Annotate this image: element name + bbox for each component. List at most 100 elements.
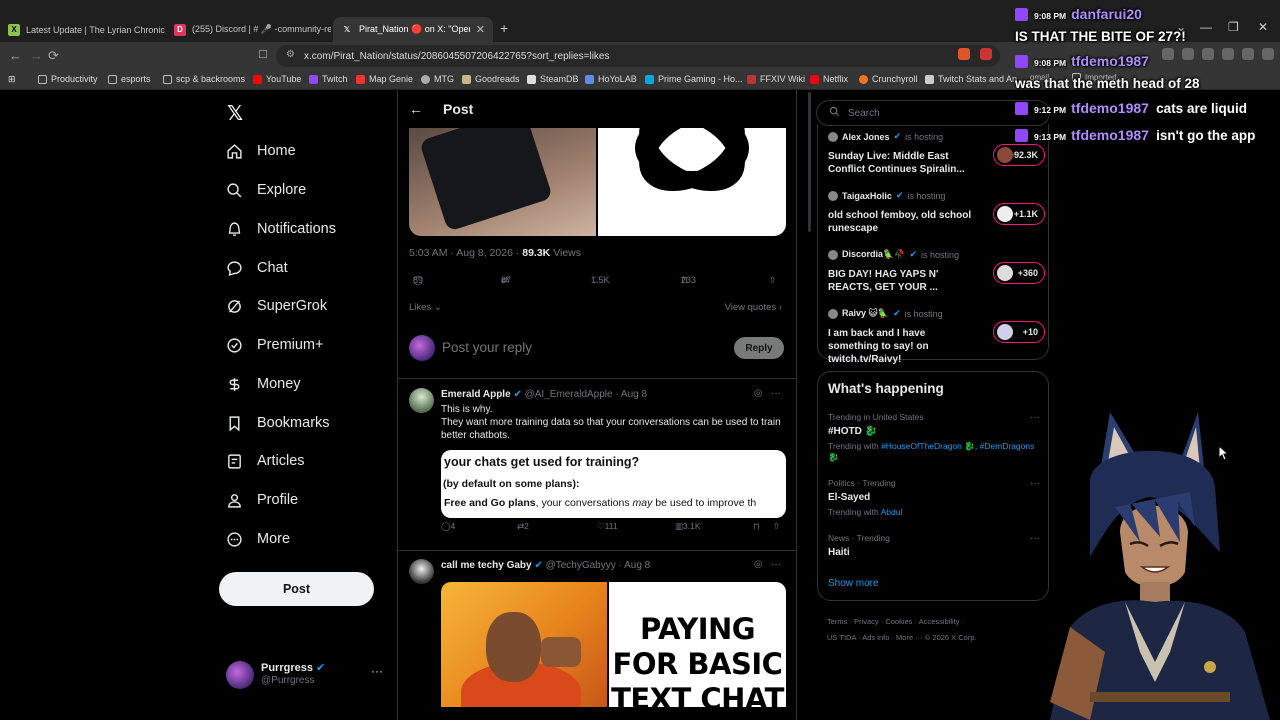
nav-explore[interactable]: Explore xyxy=(226,177,306,203)
account-switcher[interactable]: Purrgress ✔ @Purrgress ··· xyxy=(226,660,386,690)
bookmark-esports[interactable]: esports xyxy=(108,74,151,84)
bookmark-crunchyroll[interactable]: Crunchyroll xyxy=(859,74,918,84)
mouse-cursor-icon xyxy=(1218,445,1228,461)
forward-arrow-icon[interactable]: → xyxy=(30,48,43,63)
share-icon[interactable]: ⇧ xyxy=(773,521,780,532)
live-item[interactable]: TaigaxHolic ✔ is hosting old school femb… xyxy=(828,190,1045,240)
nav-profile[interactable]: Profile xyxy=(226,487,298,513)
tweet-text: This is why. They want more training dat… xyxy=(441,404,781,441)
bookmark-icon[interactable]: ⊓ xyxy=(753,521,760,532)
live-item[interactable]: Raivy 😺🦜 ✔ is hosting I am back and I ha… xyxy=(828,308,1045,365)
openai-logo-image[interactable] xyxy=(598,128,786,236)
live-item[interactable]: Alex Jones ✔ is hosting Sunday Live: Mid… xyxy=(828,131,1045,181)
x-logo-icon[interactable]: 𝕏 xyxy=(227,101,243,126)
nav-notifications[interactable]: Notifications xyxy=(226,216,336,242)
bookmark-productivity[interactable]: Productivity xyxy=(38,74,98,84)
new-tab-button[interactable]: + xyxy=(500,20,508,36)
maximize-icon[interactable]: ❐ xyxy=(1228,20,1239,34)
bookmark-hoyolab[interactable]: HoYoLAB xyxy=(585,74,637,84)
live-listeners-pill[interactable]: +92.3K xyxy=(993,144,1045,166)
view-quotes-link[interactable]: View quotes › xyxy=(725,302,782,313)
bookmark-twitch-stats[interactable]: Twitch Stats and An... xyxy=(925,74,1025,84)
more-options-icon[interactable]: ··· xyxy=(771,559,781,570)
downloads-icon[interactable] xyxy=(1222,48,1234,60)
bookmark-star-icon[interactable]: ☐ xyxy=(258,48,268,61)
address-bar[interactable]: ⚙ x.com/Pirat_Nation/status/208604550720… xyxy=(276,45,1000,67)
nav-bookmarks[interactable]: Bookmarks xyxy=(226,410,330,436)
reply-action[interactable]: ◯ 4 xyxy=(441,521,455,532)
views-action[interactable]: ▥ 3.1K xyxy=(675,521,701,532)
site-info-icon[interactable]: ⚙ xyxy=(286,49,295,60)
extensions-icon[interactable] xyxy=(1162,48,1174,60)
brave-shield-icon[interactable] xyxy=(958,48,970,60)
back-arrow-icon[interactable]: ← xyxy=(9,48,22,63)
author-handle[interactable]: @AI_EmeraldApple xyxy=(525,389,613,400)
post-button[interactable]: Post xyxy=(219,572,374,606)
sidebar-icon[interactable] xyxy=(1182,48,1194,60)
trend-item[interactable]: Politics · Trending El-Sayed Trending wi… xyxy=(828,478,1040,518)
bookmark-netflix[interactable]: Netflix xyxy=(810,74,848,84)
more-options-icon[interactable]: ··· xyxy=(371,664,383,678)
grok-icon[interactable]: ◎ xyxy=(754,388,763,399)
reply-button[interactable]: Reply xyxy=(734,337,784,359)
trend-item[interactable]: News · Trending Haiti ··· xyxy=(828,533,1040,558)
window-close-icon[interactable]: ✕ xyxy=(1258,20,1268,34)
browser-tab-pirat-nation[interactable]: 𝕏 Pirat_Nation 🔴 on X: "OpenAI i ✕ xyxy=(333,17,493,42)
nav-money[interactable]: Money xyxy=(226,371,301,397)
avatar[interactable] xyxy=(409,388,434,413)
minimize-icon[interactable]: — xyxy=(1200,20,1212,34)
shield-icon[interactable] xyxy=(1242,48,1254,60)
wallet-icon[interactable] xyxy=(1202,48,1214,60)
like-action[interactable]: ♡ 111 xyxy=(597,521,618,532)
author-handle[interactable]: @TechyGabyyy xyxy=(546,560,616,571)
grok-icon[interactable]: ◎ xyxy=(754,559,763,570)
avatar[interactable] xyxy=(409,559,434,584)
repost-action[interactable]: ⇄ 2 xyxy=(517,521,529,532)
author-name[interactable]: call me techy Gaby xyxy=(441,560,532,571)
meme-image[interactable]: PAYING FOR BASIC TEXT CHAT xyxy=(441,582,786,707)
nav-supergrok[interactable]: SuperGrok xyxy=(226,293,327,319)
reply-input[interactable]: Post your reply xyxy=(442,340,532,355)
bookmark-prime-gaming[interactable]: Prime Gaming - Ho... xyxy=(645,74,743,84)
nav-chat[interactable]: Chat xyxy=(226,255,288,281)
author-name[interactable]: Emerald Apple xyxy=(441,389,511,400)
bookmark-goodreads[interactable]: Goodreads xyxy=(462,74,520,84)
goodreads-icon xyxy=(462,74,471,84)
reload-icon[interactable]: ⟳ xyxy=(48,48,59,64)
reply-tweet[interactable]: call me techy Gaby ✔ @TechyGabyyy · Aug … xyxy=(409,559,789,720)
bookmark-map-genie[interactable]: Map Genie xyxy=(356,74,413,84)
nav-home[interactable]: Home xyxy=(226,138,296,164)
post-media[interactable] xyxy=(409,128,786,236)
reply-tweet[interactable]: Emerald Apple ✔ @AI_EmeraldApple · Aug 8… xyxy=(409,388,789,548)
screenshot-image[interactable]: your chats get used for training? (by de… xyxy=(441,450,786,518)
more-options-icon[interactable]: ··· xyxy=(771,388,781,399)
trend-link[interactable]: Abdul xyxy=(881,507,903,517)
live-listeners-pill[interactable]: +10 xyxy=(993,321,1045,343)
browser-tab-discord[interactable]: D (255) Discord | # 🎤 -community-reac xyxy=(166,17,331,42)
live-spaces-panel: Alex Jones ✔ is hosting Sunday Live: Mid… xyxy=(817,124,1049,365)
rewards-icon[interactable] xyxy=(980,48,992,60)
sort-replies-dropdown[interactable]: Likes ⌄ xyxy=(409,302,442,313)
close-tab-icon[interactable]: ✕ xyxy=(476,23,485,36)
bookmark-twitch[interactable]: Twitch xyxy=(309,74,348,84)
back-arrow-icon[interactable]: ← xyxy=(409,101,423,117)
live-listeners-pill[interactable]: +360 xyxy=(993,262,1045,284)
bookmark-steamdb[interactable]: SteamDB xyxy=(527,74,579,84)
steamdb-icon xyxy=(527,74,536,84)
bookmark-ffxiv-wiki[interactable]: FFXIV Wiki xyxy=(747,74,805,84)
show-more-link[interactable]: Show more xyxy=(828,578,879,589)
nav-more[interactable]: More xyxy=(226,526,290,552)
bookmark-youtube[interactable]: YouTube xyxy=(253,74,301,84)
trend-item[interactable]: Trending in United States #HOTD 🐉 Trendi… xyxy=(828,412,1040,463)
scrollbar[interactable] xyxy=(808,92,811,232)
bookmark-mtg[interactable]: MTG xyxy=(421,74,454,84)
apps-grid-icon[interactable]: ⊞ xyxy=(8,74,16,85)
bookmark-scp[interactable]: scp & backrooms xyxy=(163,74,245,84)
nav-articles[interactable]: Articles xyxy=(226,448,305,474)
browser-tab-lyrian[interactable]: X Latest Update | The Lyrian Chronicles xyxy=(0,17,165,42)
menu-icon[interactable] xyxy=(1262,48,1274,60)
live-item[interactable]: Discordia🦜🥀 ✔ is hosting BIG DAY! HAG YA… xyxy=(828,249,1045,299)
nav-premium[interactable]: Premium+ xyxy=(226,332,323,358)
phone-photo[interactable] xyxy=(409,128,596,236)
live-listeners-pill[interactable]: +1.1K xyxy=(993,203,1045,225)
